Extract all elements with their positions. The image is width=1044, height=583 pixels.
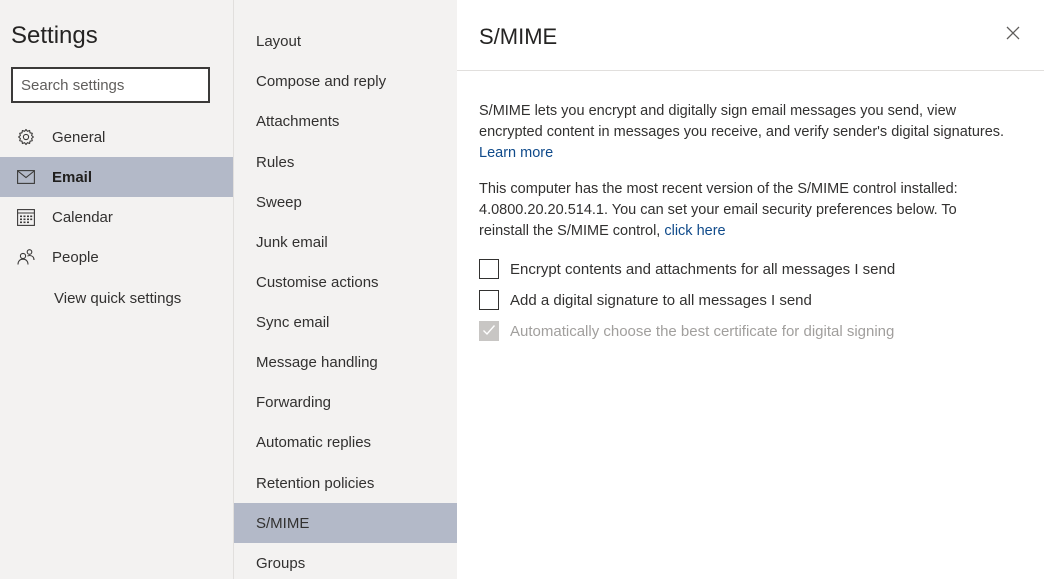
mail-icon — [17, 168, 35, 186]
smime-description: S/MIME lets you encrypt and digitally si… — [479, 101, 1009, 164]
subnav-item-sync-email[interactable]: Sync email — [234, 302, 457, 342]
subnav-label: Junk email — [256, 233, 328, 251]
settings-title: Settings — [11, 22, 98, 49]
subnav-label: Layout — [256, 32, 302, 50]
subnav-item-smime[interactable]: S/MIME — [234, 503, 457, 543]
nav-item-people[interactable]: People — [0, 237, 233, 277]
subnav-item-retention-policies[interactable]: Retention policies — [234, 463, 457, 503]
view-quick-settings-link[interactable]: View quick settings — [54, 290, 181, 307]
subnav-item-forwarding[interactable]: Forwarding — [234, 382, 457, 422]
subnav-item-compose-and-reply[interactable]: Compose and reply — [234, 61, 457, 101]
nav-item-label: Email — [52, 168, 93, 186]
option-auto-certificate-row: Automatically choose the best certificat… — [479, 319, 894, 343]
subnav-item-junk-email[interactable]: Junk email — [234, 222, 457, 262]
option-encrypt-row[interactable]: Encrypt contents and attachments for all… — [479, 257, 895, 281]
subnav-item-groups[interactable]: Groups — [234, 543, 457, 583]
subnav-label: Customise actions — [256, 273, 379, 291]
subnav-label: Forwarding — [256, 393, 332, 411]
nav-item-label: Calendar — [52, 208, 113, 226]
calendar-icon — [17, 208, 35, 226]
subnav-label: S/MIME — [256, 514, 310, 532]
subnav-label: Sync email — [256, 313, 330, 331]
email-subsettings-pane: Layout Compose and reply Attachments Rul… — [233, 0, 457, 579]
learn-more-link[interactable]: Learn more — [479, 145, 553, 161]
subnav-label: Sweep — [256, 193, 302, 211]
option-label: Encrypt contents and attachments for all… — [510, 260, 896, 278]
subnav-item-message-handling[interactable]: Message handling — [234, 342, 457, 382]
encrypt-checkbox[interactable] — [479, 259, 499, 279]
subnav-item-layout[interactable]: Layout — [234, 21, 457, 61]
subnav-item-rules[interactable]: Rules — [234, 142, 457, 182]
digital-signature-checkbox[interactable] — [479, 290, 499, 310]
subnav-label: Compose and reply — [256, 72, 387, 90]
nav-item-email[interactable]: Email — [0, 157, 233, 197]
close-button[interactable] — [1000, 22, 1026, 48]
people-icon — [17, 248, 35, 266]
nav-item-calendar[interactable]: Calendar — [0, 197, 233, 237]
smime-version-info: This computer has the most recent versio… — [479, 179, 1009, 242]
subnav-item-attachments[interactable]: Attachments — [234, 101, 457, 141]
smime-settings-panel: S/MIME S/MIME lets you encrypt and digit… — [457, 0, 1044, 579]
nav-item-label: People — [52, 248, 99, 266]
subnav-label: Retention policies — [256, 474, 375, 492]
panel-title: S/MIME — [479, 24, 558, 49]
subnav-label: Message handling — [256, 353, 378, 371]
subnav-item-automatic-replies[interactable]: Automatic replies — [234, 422, 457, 462]
subnav-label: Automatic replies — [256, 433, 372, 451]
checkmark-icon — [482, 323, 496, 340]
close-icon — [1006, 26, 1020, 45]
settings-nav-pane: Settings General Email — [0, 0, 233, 579]
option-label: Add a digital signature to all messages … — [510, 291, 812, 309]
reinstall-click-here-link[interactable]: click here — [664, 223, 725, 239]
subnav-item-customise-actions[interactable]: Customise actions — [234, 262, 457, 302]
option-label: Automatically choose the best certificat… — [510, 322, 895, 340]
option-signature-row[interactable]: Add a digital signature to all messages … — [479, 288, 812, 312]
auto-certificate-checkbox — [479, 321, 499, 341]
smime-description-text: S/MIME lets you encrypt and digitally si… — [479, 103, 1005, 140]
subnav-item-sweep[interactable]: Sweep — [234, 182, 457, 222]
search-settings-input[interactable] — [13, 69, 201, 101]
search-settings-box[interactable] — [11, 67, 210, 103]
nav-item-label: General — [52, 128, 106, 146]
subnav-label: Attachments — [256, 112, 340, 130]
gear-icon — [17, 128, 35, 146]
header-divider — [457, 70, 1044, 71]
subnav-label: Groups — [256, 554, 306, 572]
subnav-label: Rules — [256, 153, 295, 171]
nav-item-general[interactable]: General — [0, 117, 233, 157]
